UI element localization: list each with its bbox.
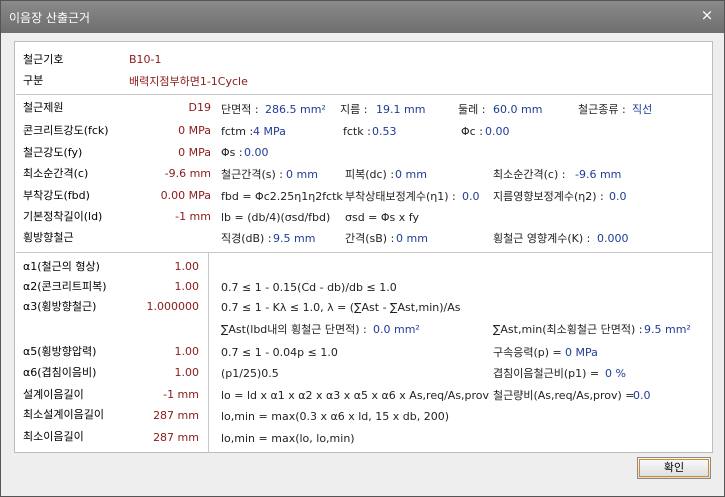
- column-divider: [208, 253, 209, 453]
- lo-formula: lo = ld x α1 x α2 x α3 x α5 x α6 x As,re…: [221, 389, 490, 402]
- rebar-spacing-value: 0 mm: [286, 168, 318, 181]
- alpha5-value: 1.00: [174, 345, 200, 358]
- ld-label: 기본정착길이(ld): [23, 210, 103, 223]
- fbd-label: 부착강도(fbd): [23, 189, 90, 202]
- lap-ratio-value: 0 %: [605, 367, 626, 380]
- min-lap-length-value: 287 mm: [153, 431, 199, 444]
- alpha1-value: 1.00: [174, 260, 200, 273]
- phis-value: 0.00: [244, 146, 269, 159]
- perimeter-label: 둘레 :: [458, 103, 486, 116]
- ast-min-label: ∑Ast,min(최소횡철근 단면적) :: [493, 323, 643, 336]
- rebar-spacing-label: 철근간격(s) :: [221, 168, 283, 181]
- confining-stress-value: 0 MPa: [565, 346, 598, 359]
- fy-label: 철근강도(fy): [23, 146, 83, 159]
- min-spacing-c-label: 최소순간격(c) :: [493, 168, 566, 181]
- rebar-type-label: 철근종류 :: [578, 103, 626, 116]
- rebar-ratio-value: 0.0: [633, 389, 651, 402]
- transverse-rebar-label: 횡방향철근: [23, 231, 74, 244]
- area-value: 286.5 mm²: [265, 103, 326, 116]
- alpha5-label: α5(횡방향압력): [23, 345, 97, 358]
- ast-min-value: 9.5 mm²: [644, 323, 691, 336]
- phic-label: Φc :: [461, 125, 483, 138]
- rebar-ratio-label: 철근량비(As,req/As,prov) =: [493, 389, 635, 402]
- lap-ratio-label: 겹침이음철근비(p1) =: [493, 367, 600, 380]
- fctk-value: 0.53: [372, 125, 397, 138]
- eta1-label: 부착상태보정계수(η1) :: [345, 190, 456, 203]
- alpha2-value: 1.00: [174, 280, 200, 293]
- calculation-panel: 철근기호 B10-1 구분 배력지점부하면1-1Cycle 철근제원 D19 콘…: [14, 41, 713, 453]
- min-spacing-value: -9.6 mm: [164, 167, 211, 180]
- alpha3-formula: 0.7 ≤ 1 - Kλ ≤ 1.0, λ = (∑Ast - ∑Ast,min…: [221, 301, 461, 314]
- perimeter-value: 60.0 mm: [493, 103, 543, 116]
- sigma-sd-formula: σsd = Φs x fy: [345, 211, 419, 224]
- phic-value: 0.00: [485, 125, 510, 138]
- rebar-symbol-value: B10-1: [129, 53, 162, 66]
- phis-label: Φs :: [221, 146, 243, 159]
- alpha6-formula: (p1/25)0.5: [221, 367, 279, 380]
- dialog-window: 이음장 산출근거 × 철근기호 B10-1 구분 배력지점부하면1-1Cycle…: [0, 0, 725, 497]
- k-factor-label: 횡철근 영향계수(K) :: [493, 232, 591, 245]
- alpha3-value: 1.000000: [146, 300, 200, 313]
- fck-label: 콘크리트강도(fck): [23, 124, 109, 137]
- fck-value: 0 MPa: [178, 124, 211, 137]
- alpha6-value: 1.00: [174, 366, 200, 379]
- rebar-spec-label: 철근제원: [23, 101, 64, 114]
- alpha1-label: α1(철근의 형상): [23, 260, 100, 273]
- alpha6-label: α6(겹침이음비): [23, 366, 97, 379]
- cover-label: 피복(dc) :: [345, 168, 395, 181]
- fctm-value: 4 MPa: [253, 125, 286, 138]
- category-label: 구분: [23, 74, 44, 87]
- fbd-formula: fbd = Φc2.25η1η2fctk: [221, 190, 343, 203]
- fy-value: 0 MPa: [178, 146, 211, 159]
- alpha2-label: α2(콘크리트피복): [23, 280, 107, 293]
- category-value: 배력지점부하면1-1Cycle: [129, 75, 248, 88]
- rebar-symbol-label: 철근기호: [23, 53, 64, 66]
- transverse-spacing-value: 0 mm: [396, 232, 428, 245]
- transverse-diameter-label: 직경(dB) :: [221, 232, 272, 245]
- k-factor-value: 0.000: [597, 232, 629, 245]
- transverse-spacing-label: 간격(sB) :: [345, 232, 395, 245]
- transverse-diameter-value: 9.5 mm: [273, 232, 316, 245]
- design-lap-length-label: 설계이음길이: [23, 388, 84, 401]
- eta2-value: 0.0: [609, 190, 627, 203]
- design-lap-length-value: -1 mm: [163, 388, 199, 401]
- ast-value: 0.0 mm²: [373, 323, 420, 336]
- ast-label: ∑Ast(lbd내의 횡철근 단면적) :: [221, 323, 367, 336]
- area-label: 단면적 :: [221, 103, 259, 116]
- fctk-label: fctk :: [343, 125, 371, 138]
- fbd-value: 0.00 MPa: [160, 189, 211, 202]
- eta2-label: 지름영향보정계수(η2) :: [493, 190, 604, 203]
- diameter-value: 19.1 mm: [376, 103, 426, 116]
- lb-formula: lb = (db/4)(σsd/fbd): [221, 211, 331, 224]
- min-design-lap-length-label: 최소설계이음길이: [23, 408, 104, 421]
- confining-stress-label: 구속응력(p) =: [493, 346, 562, 359]
- rebar-type-value: 직선: [632, 103, 653, 116]
- close-icon[interactable]: ×: [698, 6, 716, 24]
- ok-button[interactable]: 확인: [637, 457, 711, 479]
- diameter-label: 지름 :: [340, 103, 368, 116]
- ld-value: -1 mm: [175, 210, 211, 223]
- divider: [16, 94, 712, 95]
- divider: [16, 252, 712, 253]
- lo-min-formula: lo,min = max(0.3 x α6 x ld, 15 x db, 200…: [221, 410, 450, 423]
- alpha5-formula: 0.7 ≤ 1 - 0.04p ≤ 1.0: [221, 346, 338, 359]
- min-lap-length-label: 최소이음길이: [23, 430, 84, 443]
- window-title: 이음장 산출근거: [9, 11, 91, 25]
- min-spacing-label: 최소순간격(c): [23, 167, 89, 180]
- min-design-lap-length-value: 287 mm: [153, 409, 199, 422]
- eta1-value: 0.0: [462, 190, 480, 203]
- fctm-label: fctm :: [221, 125, 254, 138]
- cover-value: 0 mm: [395, 168, 427, 181]
- lo-min-max-formula: lo,min = max(lo, lo,min): [221, 432, 355, 445]
- alpha3-label: α3(횡방향철근): [23, 300, 97, 313]
- alpha2-formula: 0.7 ≤ 1 - 0.15(Cd - db)/db ≤ 1.0: [221, 281, 397, 294]
- title-bar[interactable]: 이음장 산출근거 ×: [1, 1, 724, 33]
- rebar-spec-value: D19: [188, 101, 211, 114]
- min-spacing-c-value: -9.6 mm: [575, 168, 622, 181]
